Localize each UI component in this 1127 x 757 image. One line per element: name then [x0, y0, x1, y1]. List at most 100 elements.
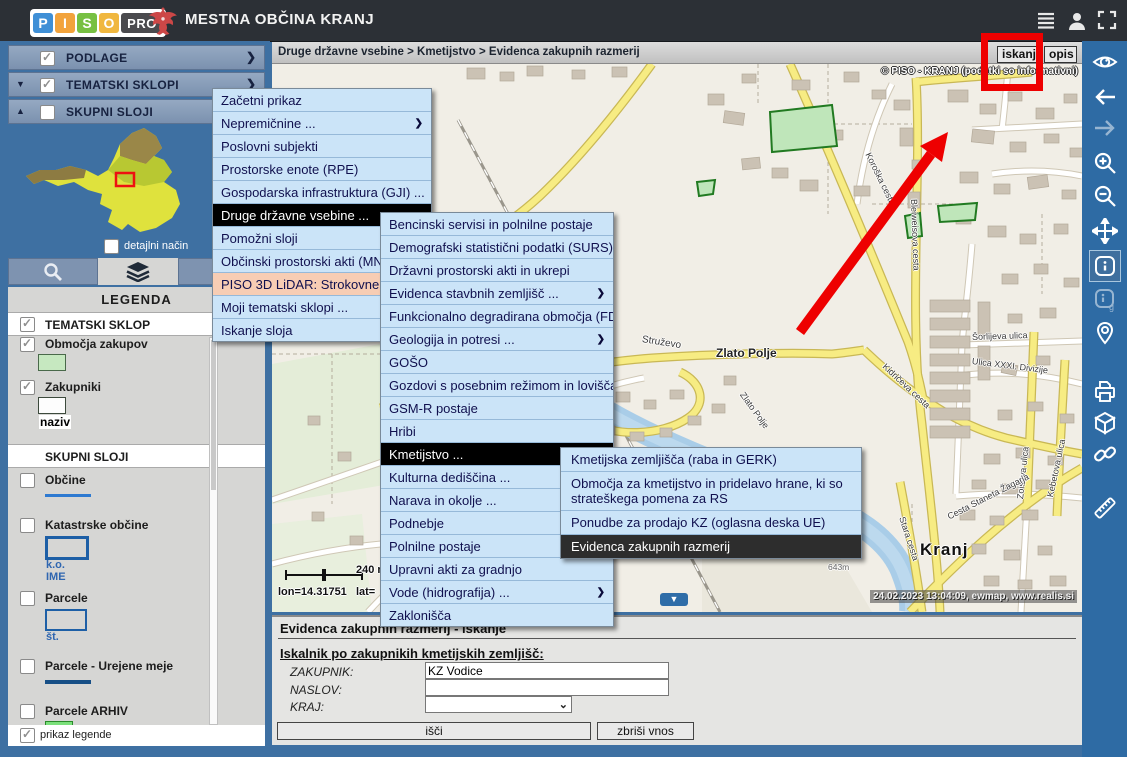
green-area-swatch [38, 354, 66, 371]
search-icon [42, 261, 64, 283]
menu-item[interactable]: Funkcionalno degradirana območja (FDO) [381, 305, 613, 328]
logo-letter: S [77, 13, 97, 33]
zakupnik-input[interactable] [425, 662, 669, 679]
menu-item[interactable]: Vode (hidrografija) ...❯ [381, 581, 613, 604]
user-icon[interactable] [1066, 10, 1092, 32]
menu-item[interactable]: GOŠO [381, 351, 613, 374]
legend-footer: prikaz legende [8, 725, 265, 746]
back-arrow-icon[interactable] [1090, 82, 1120, 112]
pan-icon[interactable] [1090, 216, 1120, 246]
menu-item[interactable]: Gozdovi s posebnim režimom in lovišča [381, 374, 613, 397]
collapse-triangle-icon[interactable]: ▲ [16, 106, 25, 116]
menu-item[interactable]: Območja za kmetijstvo in pridelavo hrane… [561, 472, 861, 511]
menu-item[interactable]: GSM-R postaje [381, 397, 613, 420]
opis-button[interactable]: opis [1044, 46, 1077, 63]
search-panel: Evidenca zakupnih razmerij - iskanje Isk… [272, 615, 1082, 745]
panel-podlage[interactable]: PODLAGE ❯ [8, 45, 265, 70]
zoom-in-icon[interactable] [1090, 148, 1120, 178]
logo-letter: O [99, 13, 119, 33]
naslov-input[interactable] [425, 679, 669, 696]
tab-search[interactable] [8, 258, 98, 285]
layer-label: Katastrske občine [45, 518, 148, 532]
detail-mode-label: detajlni način [124, 240, 188, 252]
info-tool-icon[interactable] [1090, 251, 1120, 281]
tab-layers-active[interactable] [98, 258, 178, 285]
swatch-sublabel: k.o. [46, 559, 65, 571]
show-legend-checkbox[interactable] [20, 728, 35, 743]
measure-icon[interactable] [1090, 493, 1120, 523]
menu-item[interactable]: Zaklonišča [381, 604, 613, 626]
menu-icon[interactable] [1036, 10, 1062, 32]
parcele-arhiv-checkbox[interactable] [20, 704, 35, 719]
menu-item[interactable]: Poslovni subjekti [213, 135, 431, 158]
skupni-checkbox[interactable] [40, 105, 55, 120]
rect-swatch [45, 609, 87, 631]
tematski-checkbox[interactable] [40, 78, 55, 93]
search-button[interactable]: išči [277, 722, 591, 740]
menu-item[interactable]: Evidenca stavbnih zemljišč ...❯ [381, 282, 613, 305]
piso-pro-logo[interactable]: P I S O PRO [30, 9, 166, 37]
3d-view-icon[interactable] [1090, 408, 1120, 438]
darkblue-line-swatch [45, 680, 91, 684]
iskanje-button[interactable]: iskanje [997, 46, 1037, 63]
menu-item[interactable]: Geologija in potresi ...❯ [381, 328, 613, 351]
scrollbar-thumb[interactable] [211, 340, 216, 490]
detail-mode-checkbox[interactable] [104, 239, 119, 254]
forward-arrow-icon[interactable] [1090, 113, 1120, 143]
panel-collapse-button[interactable]: ▼ [660, 593, 688, 606]
collapse-triangle-icon[interactable]: ▼ [16, 79, 25, 89]
street-label: Šorlijeva ulica [972, 330, 1028, 342]
menu-item[interactable]: Upravni akti za gradnjo [381, 558, 613, 581]
menu-item[interactable]: Kmetijska zemljišča (raba in GERK) [561, 448, 861, 472]
zakupnik-label: ZAKUPNIK: [290, 665, 353, 679]
elevation-label: 643m [828, 562, 849, 572]
menu-item[interactable]: Demografski statistični podatki (SURS) [381, 236, 613, 259]
legend-group-label: SKUPNI SLOJI [45, 450, 128, 464]
layer-label: Parcele [45, 591, 88, 605]
menu-item[interactable]: Ponudbe za prodajo KZ (oglasna deska UE) [561, 511, 861, 535]
katastrske-obcine-checkbox[interactable] [20, 518, 35, 533]
menu-item[interactable]: Prostorske enote (RPE) [213, 158, 431, 181]
menu-item[interactable]: Bencinski servisi in polnilne postaje [381, 213, 613, 236]
search-panel-subtitle: Iskalnik po zakupnikih kmetijskih zemlji… [280, 646, 544, 661]
expand-arrow-icon[interactable]: ❯ [246, 50, 256, 64]
visibility-eye-icon[interactable] [1090, 47, 1120, 77]
panel-label: SKUPNI SLOJI [66, 105, 153, 119]
share-link-icon[interactable] [1090, 439, 1120, 469]
menu-item[interactable]: Gospodarska infrastruktura (GJI) ...❯ [213, 181, 431, 204]
breadcrumb-text: Druge državne vsebine > Kmetijstvo > Evi… [278, 46, 640, 58]
logo-letter: I [55, 13, 75, 33]
obmocja-zakupov-checkbox[interactable] [20, 337, 35, 352]
coordinates-readout: lon=14.31751 lat= [278, 586, 375, 598]
info-group-tool-icon[interactable]: g [1090, 284, 1120, 314]
legend-scrollbar[interactable] [209, 337, 218, 725]
podlage-checkbox[interactable] [40, 51, 55, 66]
map-copyright: © PISO - KRANJ (podatki so informativni) [881, 66, 1078, 77]
kraj-label: KRAJ: [290, 700, 324, 714]
legend-group-label: TEMATSKI SKLOP [45, 318, 150, 332]
fullscreen-icon[interactable] [1097, 10, 1123, 32]
naslov-label: NASLOV: [290, 683, 342, 697]
zakupniki-checkbox[interactable] [20, 380, 35, 395]
menu-item[interactable]: Nepremičnine ...❯ [213, 112, 431, 135]
naziv-sample-label: naziv [39, 415, 71, 429]
swatch-sublabel: št. [46, 631, 59, 643]
chevron-down-icon: ⌄ [559, 698, 568, 711]
blue-line-swatch [45, 494, 91, 497]
tematski-sklop-checkbox[interactable] [20, 317, 35, 332]
parcele-urejene-checkbox[interactable] [20, 659, 35, 674]
breadcrumb: Druge državne vsebine > Kmetijstvo > Evi… [272, 42, 1082, 64]
menu-item[interactable]: Hribi [381, 420, 613, 443]
parcele-checkbox[interactable] [20, 591, 35, 606]
app-window: P I S O PRO MESTNA OBČINA KRANJ PODLAGE [0, 0, 1127, 757]
swatch-sublabel: IME [46, 571, 66, 583]
menu-item[interactable]: Državni prostorski akti in ukrepi [381, 259, 613, 282]
print-icon[interactable] [1090, 377, 1120, 407]
menu-item-selected[interactable]: Evidenca zakupnih razmerij [561, 535, 861, 558]
obcine-checkbox[interactable] [20, 473, 35, 488]
zoom-out-icon[interactable] [1090, 181, 1120, 211]
clear-button[interactable]: zbriši vnos [597, 722, 694, 740]
kraj-select[interactable]: ⌄ [425, 696, 572, 713]
menu-item[interactable]: Začetni prikaz [213, 89, 431, 112]
locate-icon[interactable] [1090, 318, 1120, 348]
